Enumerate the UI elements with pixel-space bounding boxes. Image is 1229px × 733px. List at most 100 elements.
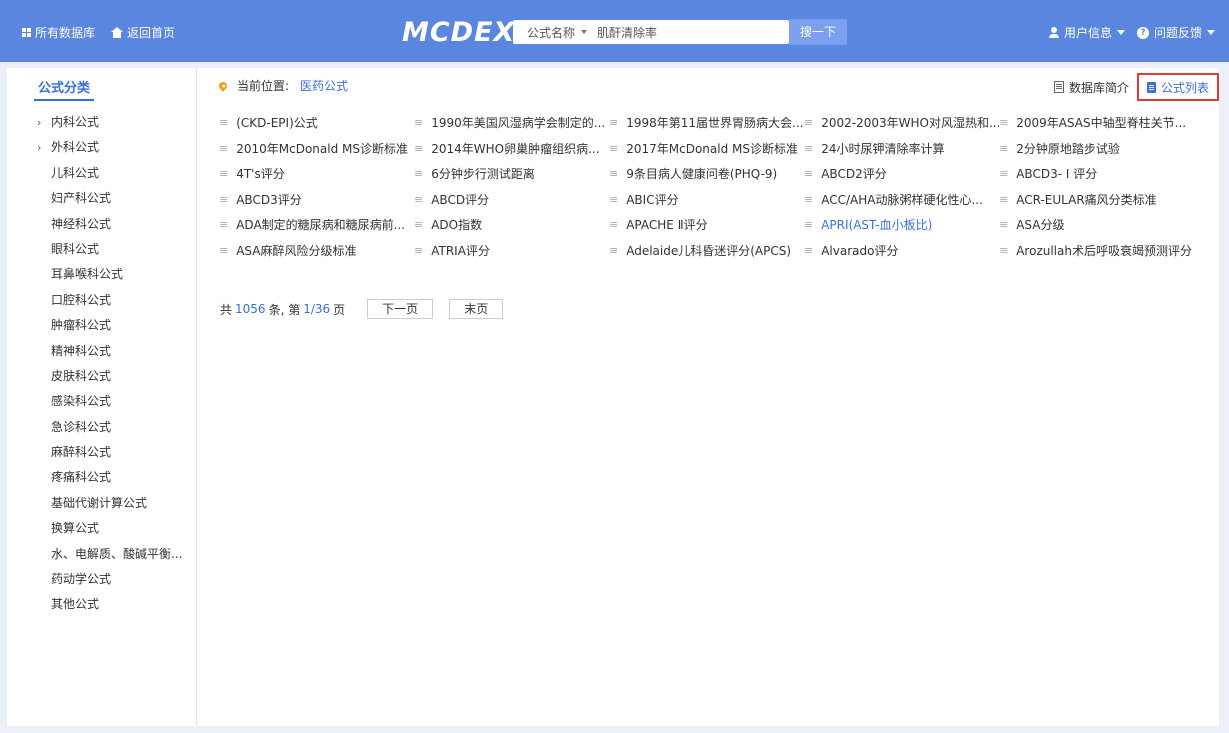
sidebar-item-label: 外科公式 xyxy=(51,140,100,155)
formula-item[interactable]: ≡ 2014年WHO卵巢肿瘤组织病... xyxy=(414,136,609,162)
formula-item[interactable]: ≡ ABIC评分 xyxy=(609,187,804,213)
formula-item[interactable]: ≡ 2010年McDonald MS诊断标准 xyxy=(219,136,414,162)
user-info-menu[interactable]: 用户信息 xyxy=(1048,24,1125,41)
sidebar-item[interactable]: 肿瘤科公式 xyxy=(7,313,182,338)
formula-item[interactable]: ≡ ASA麻醉风险分级标准 xyxy=(219,238,414,264)
formula-item[interactable]: ≡ ABCD2评分 xyxy=(804,161,999,187)
sidebar-item[interactable]: 基础代谢计算公式 xyxy=(7,491,182,516)
sidebar-item[interactable]: 眼科公式 xyxy=(7,237,182,262)
next-page-button[interactable]: 下一页 xyxy=(367,299,434,319)
chevron-down-icon xyxy=(1207,30,1215,35)
sidebar-item[interactable]: 感染科公式 xyxy=(7,389,182,414)
last-page-button[interactable]: 末页 xyxy=(449,299,504,319)
pagination: 共 1056 条, 第 1/36 页 下一页 末页 xyxy=(220,299,504,319)
sidebar-item-label: 感染科公式 xyxy=(51,394,112,409)
search-button[interactable]: 搜一下 xyxy=(789,19,847,45)
formula-item-label: ADO指数 xyxy=(431,218,483,233)
formula-item[interactable]: ≡ 2009年ASAS中轴型脊柱关节... xyxy=(999,110,1194,136)
formula-item[interactable]: ≡ 1990年美国风湿病学会制定的... xyxy=(414,110,609,136)
sidebar-item-label: 基础代谢计算公式 xyxy=(51,495,148,510)
formula-item[interactable]: ≡ 2002-2003年WHO对风湿热和... xyxy=(804,110,999,136)
formula-item[interactable]: ≡ Alvarado评分 xyxy=(804,238,999,264)
formula-item[interactable]: ≡ 6分钟步行测试距离 xyxy=(414,161,609,187)
pager-prefix: 共 xyxy=(220,302,233,317)
main-panel: 公式分类 › 内科公式 › 外科公式 儿科公式 妇产科公式 神经科公式 眼科公式 耳鼻喉科公式口… xyxy=(7,68,1219,726)
formula-item[interactable]: ≡ APRI(AST-血小板比) xyxy=(804,212,999,238)
menu-lines-icon: ≡ xyxy=(219,243,229,257)
sidebar-item-label: 神经科公式 xyxy=(51,216,112,231)
tab-formula-list[interactable]: 公式列表 xyxy=(1136,73,1219,101)
mcdex-logo[interactable]: MCDEX xyxy=(402,17,515,48)
menu-lines-icon: ≡ xyxy=(609,141,619,155)
search-type-dropdown[interactable]: 公式名称 xyxy=(513,24,588,41)
formula-item[interactable]: ≡ ACR-EULAR痛风分类标准 xyxy=(999,187,1194,213)
feedback-label: 问题反馈 xyxy=(1153,26,1202,40)
formula-item[interactable]: ≡ 24小时尿钾清除率计算 xyxy=(804,136,999,162)
menu-lines-icon: ≡ xyxy=(609,218,619,232)
sidebar-item[interactable]: › 外科公式 xyxy=(7,135,182,160)
formula-item[interactable]: ≡ ADA制定的糖尿病和糖尿病前... xyxy=(219,212,414,238)
menu-lines-icon: ≡ xyxy=(609,167,619,181)
sidebar-item[interactable]: 口腔科公式 xyxy=(7,288,182,313)
sidebar-item-label: 皮肤科公式 xyxy=(51,368,112,383)
menu-lines-icon: ≡ xyxy=(219,141,229,155)
all-databases-label: 所有数据库 xyxy=(35,26,96,40)
feedback-menu[interactable]: ? 问题反馈 xyxy=(1136,24,1215,41)
breadcrumb-current[interactable]: 医药公式 xyxy=(300,77,348,94)
home-link[interactable]: 返回首页 xyxy=(111,24,175,41)
sidebar-item[interactable]: 药动学公式 xyxy=(7,567,182,592)
sidebar-item[interactable]: 神经科公式 xyxy=(7,212,182,237)
sidebar-item[interactable]: 儿科公式 xyxy=(7,161,182,186)
formula-item[interactable]: ≡ 1998年第11届世界胃肠病大会... xyxy=(609,110,804,136)
formula-item[interactable]: ≡ APACHE Ⅱ评分 xyxy=(609,212,804,238)
formula-item[interactable]: ≡ 4T's评分 xyxy=(219,161,414,187)
formula-item[interactable]: ≡ ADO指数 xyxy=(414,212,609,238)
tab-database-intro[interactable]: 数据库简介 xyxy=(1046,74,1137,100)
formula-item[interactable]: ≡ ABCD3评分 xyxy=(219,187,414,213)
formula-item[interactable]: ≡ Adelaide儿科昏迷评分(APCS) xyxy=(609,238,804,264)
formula-item-label: 2009年ASAS中轴型脊柱关节... xyxy=(1016,116,1187,131)
formula-item[interactable]: ≡ (CKD-EPI)公式 xyxy=(219,110,414,136)
formula-item-label: ACC/AHA动脉粥样硬化性心... xyxy=(821,192,983,207)
top-navbar: 所有数据库 返回首页 MCDEX 公式名称 搜一下 用户信息 ? 问题反馈 xyxy=(0,0,1229,62)
sidebar-item[interactable]: 皮肤科公式 xyxy=(7,364,182,389)
sidebar-item[interactable]: 妇产科公式 xyxy=(7,186,182,211)
formula-item-label: Adelaide儿科昏迷评分(APCS) xyxy=(626,243,792,258)
formula-item[interactable]: ≡ 2017年McDonald MS诊断标准 xyxy=(609,136,804,162)
sidebar-item[interactable]: 急诊科公式 xyxy=(7,415,182,440)
chevron-down-icon xyxy=(581,30,588,34)
all-databases-link[interactable]: 所有数据库 xyxy=(22,24,95,41)
document-icon xyxy=(1053,81,1064,93)
formula-item[interactable]: ≡ 2分钟原地踏步试验 xyxy=(999,136,1194,162)
sidebar-item[interactable]: 麻醉科公式 xyxy=(7,440,182,465)
menu-lines-icon: ≡ xyxy=(804,167,814,181)
menu-lines-icon: ≡ xyxy=(804,141,814,155)
formula-item[interactable]: ≡ 9条目病人健康问卷(PHQ-9) xyxy=(609,161,804,187)
menu-lines-icon: ≡ xyxy=(609,192,619,206)
formula-item-label: ADA制定的糖尿病和糖尿病前... xyxy=(236,218,406,233)
formula-item[interactable]: ≡ ABCD评分 xyxy=(414,187,609,213)
menu-lines-icon: ≡ xyxy=(804,218,814,232)
formula-item[interactable]: ≡ Arozullah术后呼吸衰竭预测评分 xyxy=(999,238,1194,264)
content-area: 当前位置: 医药公式 数据库简介 公式列表 ≡ (CKD-EPI)公式 ≡ 1990年… xyxy=(197,68,1219,726)
formula-item[interactable]: ≡ ACC/AHA动脉粥样硬化性心... xyxy=(804,187,999,213)
formula-item[interactable]: ≡ ATRIA评分 xyxy=(414,238,609,264)
sidebar-item[interactable]: › 内科公式 xyxy=(7,110,182,135)
menu-lines-icon: ≡ xyxy=(609,243,619,257)
view-tabs: 数据库简介 公式列表 xyxy=(1046,73,1219,101)
sidebar-item[interactable]: 其他公式 xyxy=(7,592,182,617)
sidebar-item[interactable]: 水、电解质、酸碱平衡... xyxy=(7,542,182,567)
sidebar-item[interactable]: 精神科公式 xyxy=(7,339,182,364)
formula-item[interactable]: ≡ ABCD3- I 评分 xyxy=(999,161,1194,187)
sidebar-item[interactable]: 耳鼻喉科公式 xyxy=(7,262,182,287)
sidebar-item[interactable]: 换算公式 xyxy=(7,516,182,541)
topbar-right-nav: 用户信息 ? 问题反馈 xyxy=(1048,24,1215,41)
menu-lines-icon: ≡ xyxy=(804,192,814,206)
sidebar-item[interactable]: 疼痛科公式 xyxy=(7,465,182,490)
sidebar-item-label: 妇产科公式 xyxy=(51,191,112,206)
search-input[interactable] xyxy=(597,25,768,39)
tab-formula-list-label: 公式列表 xyxy=(1160,80,1209,95)
menu-lines-icon: ≡ xyxy=(804,116,814,130)
formula-item[interactable]: ≡ ASA分级 xyxy=(999,212,1194,238)
pager-mid: 条, 第 xyxy=(268,302,301,317)
